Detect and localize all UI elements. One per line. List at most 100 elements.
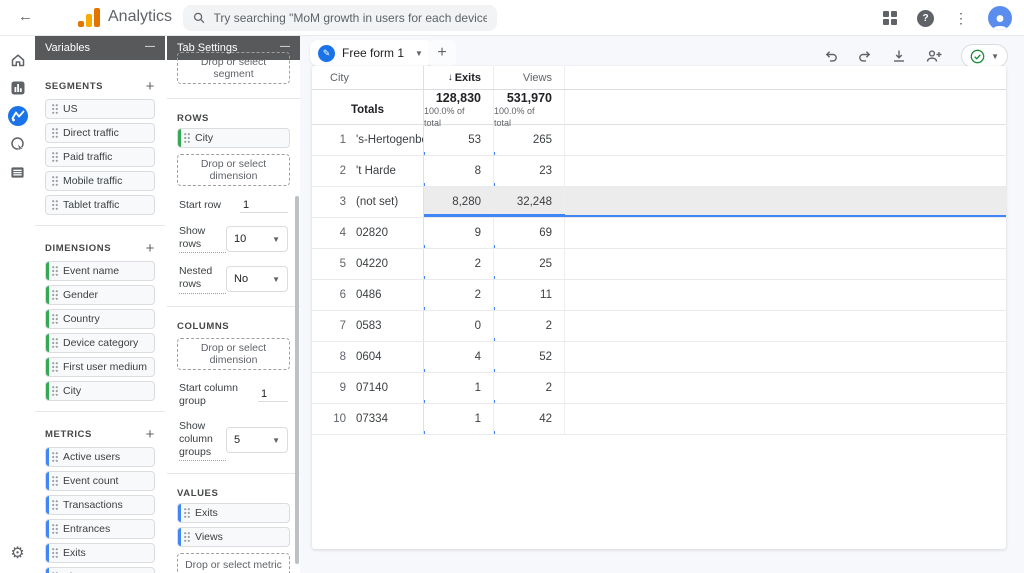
- start-column-group-input[interactable]: 1: [258, 387, 288, 402]
- table-row[interactable]: 1007334142: [312, 404, 1006, 435]
- search-icon: [193, 11, 206, 25]
- nav-reports-icon[interactable]: [0, 74, 35, 102]
- share-user-icon[interactable]: [925, 48, 943, 64]
- value-metric-chip[interactable]: Views: [177, 527, 290, 547]
- nav-library-icon[interactable]: [0, 158, 35, 186]
- download-icon[interactable]: [891, 48, 907, 64]
- segment-chip[interactable]: US: [45, 99, 155, 119]
- value-metric-chip[interactable]: Exits: [177, 503, 290, 523]
- check-circle-icon: [970, 49, 985, 64]
- table-row[interactable]: 7058302: [312, 311, 1006, 342]
- back-arrow-icon[interactable]: ←: [18, 8, 33, 25]
- row-views-cell[interactable]: 52: [494, 342, 565, 372]
- status-ok-button[interactable]: ▼: [961, 44, 1008, 68]
- row-exits-cell[interactable]: 0: [424, 311, 494, 341]
- row-exits-cell[interactable]: 1: [424, 404, 494, 434]
- show-column-groups-select[interactable]: 5▼: [226, 427, 288, 453]
- table-row[interactable]: 80604452: [312, 342, 1006, 373]
- segment-chip[interactable]: Paid traffic: [45, 147, 155, 167]
- start-row-input[interactable]: 1: [240, 198, 288, 213]
- cell-bar: [424, 214, 494, 217]
- help-icon[interactable]: ?: [917, 10, 934, 27]
- add-segment-icon[interactable]: +: [146, 78, 155, 95]
- metric-chip[interactable]: Transactions: [45, 495, 155, 515]
- metric-chip-label: Active users: [63, 451, 120, 463]
- dimension-chip[interactable]: City: [45, 381, 155, 401]
- more-menu-icon[interactable]: ⋮: [954, 10, 968, 27]
- segments-section-label: SEGMENTS: [45, 81, 103, 92]
- table-row[interactable]: 3(not set)8,28032,248: [312, 187, 1006, 218]
- nested-rows-select[interactable]: No▼: [226, 266, 288, 292]
- add-metric-icon[interactable]: +: [146, 426, 155, 443]
- row-exits-cell[interactable]: 8: [424, 156, 494, 186]
- variables-title: Variables: [45, 42, 90, 54]
- segment-chip-label: Direct traffic: [63, 127, 119, 139]
- panel-scrollbar[interactable]: [295, 196, 299, 564]
- nav-home-icon[interactable]: [0, 46, 35, 74]
- metric-chip-label: Entrances: [63, 523, 110, 535]
- row-exits-cell[interactable]: 4: [424, 342, 494, 372]
- table-row[interactable]: 504220225: [312, 249, 1006, 280]
- row-exits-cell[interactable]: 2: [424, 280, 494, 310]
- redo-icon[interactable]: [857, 48, 873, 64]
- row-dimension-chip[interactable]: City: [177, 128, 290, 148]
- column-header-exits[interactable]: ↓Exits: [424, 66, 494, 89]
- column-header-city[interactable]: City: [312, 66, 424, 89]
- row-views-cell[interactable]: 32,248: [494, 187, 565, 217]
- row-views-cell[interactable]: 11: [494, 280, 565, 310]
- metric-chip[interactable]: Exits: [45, 543, 155, 563]
- nav-advertising-icon[interactable]: [0, 130, 35, 158]
- row-city: 0604: [356, 351, 382, 363]
- column-header-views[interactable]: Views: [494, 66, 565, 89]
- row-exits-cell[interactable]: 2: [424, 249, 494, 279]
- table-row[interactable]: 90714012: [312, 373, 1006, 404]
- metric-chip-label: Exits: [63, 547, 86, 559]
- tab-free-form-1[interactable]: ✎ Free form 1 ▼: [310, 40, 433, 66]
- undo-icon[interactable]: [823, 48, 839, 64]
- segment-chip[interactable]: Mobile traffic: [45, 171, 155, 191]
- row-views-cell[interactable]: 265: [494, 125, 565, 155]
- rows-section-label: ROWS: [177, 113, 209, 124]
- rows-drop-zone[interactable]: Drop or select dimension: [177, 154, 290, 186]
- row-views-cell[interactable]: 2: [494, 311, 565, 341]
- account-avatar[interactable]: [988, 6, 1012, 30]
- table-row[interactable]: 1's-Hertogenbosch53265: [312, 125, 1006, 156]
- row-views-cell[interactable]: 25: [494, 249, 565, 279]
- segment-chip[interactable]: Tablet traffic: [45, 195, 155, 215]
- row-views-cell[interactable]: 2: [494, 373, 565, 403]
- values-drop-zone[interactable]: Drop or select metric: [177, 553, 290, 573]
- row-exits-cell[interactable]: 1: [424, 373, 494, 403]
- segment-drop-zone[interactable]: Drop or select segment: [177, 52, 290, 84]
- apps-grid-icon[interactable]: [883, 11, 897, 25]
- analytics-logo-icon: [78, 7, 100, 29]
- add-tab-button[interactable]: +: [428, 40, 456, 66]
- segment-chip[interactable]: Direct traffic: [45, 123, 155, 143]
- dimension-chip[interactable]: Event name: [45, 261, 155, 281]
- row-exits-cell[interactable]: 53: [424, 125, 494, 155]
- table-row[interactable]: 402820969: [312, 218, 1006, 249]
- table-row[interactable]: 2't Harde823: [312, 156, 1006, 187]
- settings-gear-icon[interactable]: ⚙: [0, 543, 35, 563]
- dimension-chip[interactable]: Device category: [45, 333, 155, 353]
- row-views-cell[interactable]: 42: [494, 404, 565, 434]
- metric-chip[interactable]: Entrances: [45, 519, 155, 539]
- columns-drop-zone[interactable]: Drop or select dimension: [177, 338, 290, 370]
- dimension-chip[interactable]: Country: [45, 309, 155, 329]
- metric-chip[interactable]: Event count: [45, 471, 155, 491]
- metric-chip[interactable]: Views: [45, 567, 155, 573]
- row-views-cell[interactable]: 69: [494, 218, 565, 248]
- collapse-variables-icon[interactable]: —: [145, 41, 155, 52]
- dimension-chip[interactable]: First user medium: [45, 357, 155, 377]
- nav-explore-icon[interactable]: [0, 102, 35, 130]
- metric-chip[interactable]: Active users: [45, 447, 155, 467]
- row-exits-cell[interactable]: 9: [424, 218, 494, 248]
- dimension-chip[interactable]: Gender: [45, 285, 155, 305]
- search-input[interactable]: Try searching "MoM growth in users for e…: [183, 5, 497, 31]
- collapse-tab-settings-icon[interactable]: —: [280, 41, 290, 52]
- row-exits-cell[interactable]: 8,280: [424, 187, 494, 217]
- add-dimension-icon[interactable]: +: [146, 240, 155, 257]
- show-rows-select[interactable]: 10▼: [226, 226, 288, 252]
- table-row[interactable]: 60486211: [312, 280, 1006, 311]
- row-views-cell[interactable]: 23: [494, 156, 565, 186]
- sort-desc-icon: ↓: [448, 72, 453, 83]
